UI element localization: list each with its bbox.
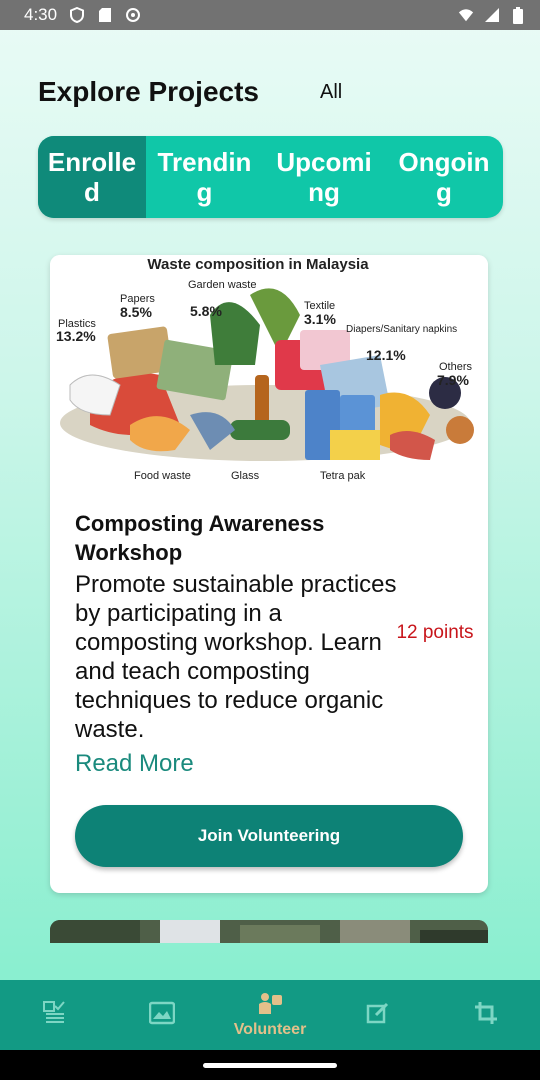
nav-item-gallery[interactable] [108, 1001, 216, 1030]
status-bar: 4:30 [0, 0, 540, 30]
tab-ongoing[interactable]: Ongoing [385, 136, 503, 218]
nav-item-volunteer[interactable]: Volunteer [216, 992, 324, 1039]
filter-all-button[interactable]: All [320, 81, 342, 104]
tab-upcoming[interactable]: Upcoming [263, 136, 385, 218]
project-title: Composting Awareness Workshop [75, 511, 325, 565]
nav-item-crop[interactable] [432, 1001, 540, 1030]
sync-icon [125, 7, 141, 23]
edit-icon [366, 1001, 390, 1030]
image-title: Waste composition in Malaysia [147, 256, 369, 273]
value-plastics: 13.2% [56, 328, 96, 344]
label-food-waste: Food waste [134, 470, 191, 482]
project-description: Promote sustainable practices by partici… [75, 571, 397, 743]
join-volunteering-button[interactable]: Join Volunteering [75, 805, 463, 867]
tab-trending[interactable]: Trending [146, 136, 263, 218]
value-others: 7.9% [437, 372, 469, 388]
label-tetra-pak: Tetra pak [320, 470, 366, 482]
label-glass: Glass [231, 470, 260, 482]
read-more-link[interactable]: Read More [75, 750, 194, 778]
project-card-next[interactable] [50, 920, 488, 943]
status-time: 4:30 [24, 5, 58, 24]
value-papers: 8.5% [120, 304, 152, 320]
label-diapers: Diapers/Sanitary napkins [346, 324, 457, 335]
volunteer-icon [257, 992, 283, 1019]
nav-label-volunteer: Volunteer [233, 1020, 307, 1038]
gesture-bar [0, 1050, 540, 1080]
value-garden-waste: 5.8% [190, 303, 222, 319]
project-points: 12 points [396, 622, 474, 643]
header: Explore Projects All [38, 72, 508, 112]
nav-item-edit[interactable] [324, 1001, 432, 1030]
nav-item-checklist[interactable] [0, 1000, 108, 1031]
label-garden-waste: Garden waste [188, 279, 256, 291]
checklist-icon [42, 1000, 66, 1031]
project-list[interactable]: Waste composition in Malaysia Plastics 1… [0, 240, 540, 943]
project-card: Waste composition in Malaysia Plastics 1… [50, 255, 488, 893]
tab-enrolled[interactable]: Enrolled [38, 136, 146, 218]
gallery-icon [148, 1001, 176, 1030]
value-textile: 3.1% [304, 311, 336, 327]
shield-icon [69, 7, 85, 23]
bottom-nav: Volunteer [0, 980, 540, 1050]
project-tabs: Enrolled Trending Upcoming Ongoing [38, 136, 503, 218]
page-title: Explore Projects [38, 76, 259, 107]
home-gesture-handle[interactable] [203, 1063, 337, 1068]
project-image: Waste composition in Malaysia Plastics 1… [50, 255, 488, 487]
project-image-next [50, 920, 488, 943]
signal-icon [484, 7, 500, 23]
crop-icon [474, 1001, 498, 1030]
sd-card-icon [97, 7, 113, 23]
battery-icon [510, 6, 526, 24]
wifi-icon [458, 7, 474, 23]
value-diapers: 12.1% [366, 347, 406, 363]
